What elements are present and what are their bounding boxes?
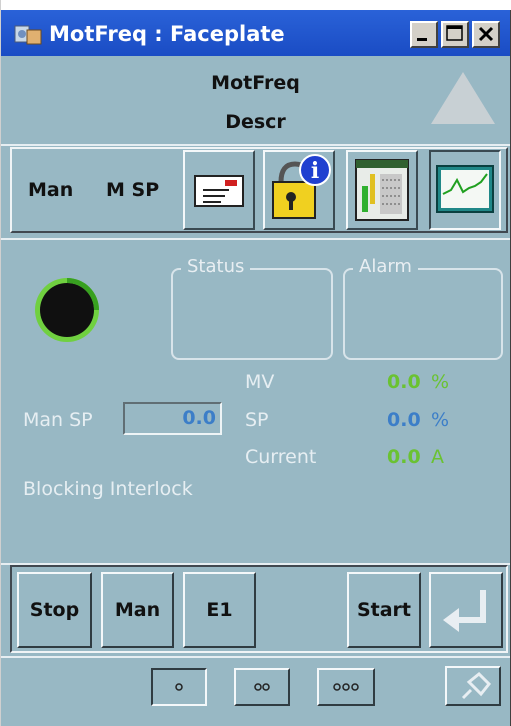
sp-label: M SP (106, 179, 160, 201)
view-2-button[interactable] (234, 668, 290, 706)
blocking-interlock-label: Blocking Interlock (23, 478, 193, 500)
enter-icon (443, 590, 486, 632)
current-label: Current (245, 446, 317, 468)
pin-button[interactable] (445, 666, 501, 706)
maximize-icon (446, 25, 463, 41)
toolbar-separator (1, 238, 510, 240)
sp-value-label: SP (245, 409, 269, 431)
sp-value: 0.0 (387, 409, 421, 431)
app-icon (14, 25, 42, 45)
message-button[interactable] (183, 150, 255, 230)
view-3-icon (333, 683, 359, 691)
view-1-button[interactable] (151, 668, 207, 706)
enter-button[interactable] (429, 572, 503, 648)
faceplate-window: MotFreq : Faceplate MotFreq Descr Man M … (0, 0, 511, 726)
header-separator (1, 144, 510, 146)
faceplate-header: MotFreq Descr (1, 56, 510, 144)
trend-button[interactable] (429, 150, 501, 230)
maximize-button[interactable] (441, 21, 469, 48)
title-top-strip (1, 0, 511, 10)
alarm-legend: Alarm (353, 256, 418, 277)
man-sp-input[interactable]: 0.0 (123, 402, 222, 435)
mv-value: 0.0 (387, 371, 421, 393)
pin-icon (461, 671, 492, 700)
close-button[interactable] (472, 21, 500, 48)
alarm-frame: Alarm (343, 256, 503, 360)
current-value: 0.0 (387, 446, 421, 468)
trend-icon (436, 165, 494, 213)
faceplate-detail-icon (355, 159, 409, 221)
alarm-triangle-icon (431, 72, 495, 124)
sp-unit: % (431, 409, 450, 431)
status-legend: Status (181, 256, 251, 277)
view-3-button[interactable] (317, 668, 375, 706)
message-icon (194, 175, 244, 207)
status-frame: Status (171, 256, 333, 360)
man-sp-label: Man SP (23, 409, 93, 431)
minimize-button[interactable] (410, 21, 438, 48)
mode-label: Man (28, 179, 74, 201)
motor-status-icon (35, 278, 99, 342)
stop-button[interactable]: Stop (17, 572, 92, 648)
lock-info-button[interactable]: i (263, 150, 335, 230)
lock-info-icon: i (272, 154, 331, 219)
view-2-icon (254, 683, 270, 691)
footer-bar (1, 658, 510, 726)
current-unit: A (431, 446, 444, 468)
window-title: MotFreq : Faceplate (49, 22, 285, 46)
view-1-icon (175, 683, 183, 691)
mv-label: MV (245, 371, 275, 393)
minimize-icon (417, 38, 427, 41)
e1-button[interactable]: E1 (183, 572, 256, 648)
mv-unit: % (431, 371, 450, 393)
start-button[interactable]: Start (347, 572, 421, 648)
man-button[interactable]: Man (101, 572, 174, 648)
detail-button[interactable] (346, 150, 418, 230)
title-bar[interactable]: MotFreq : Faceplate (1, 10, 510, 56)
close-icon (478, 26, 494, 42)
svg-text:i: i (311, 158, 319, 184)
